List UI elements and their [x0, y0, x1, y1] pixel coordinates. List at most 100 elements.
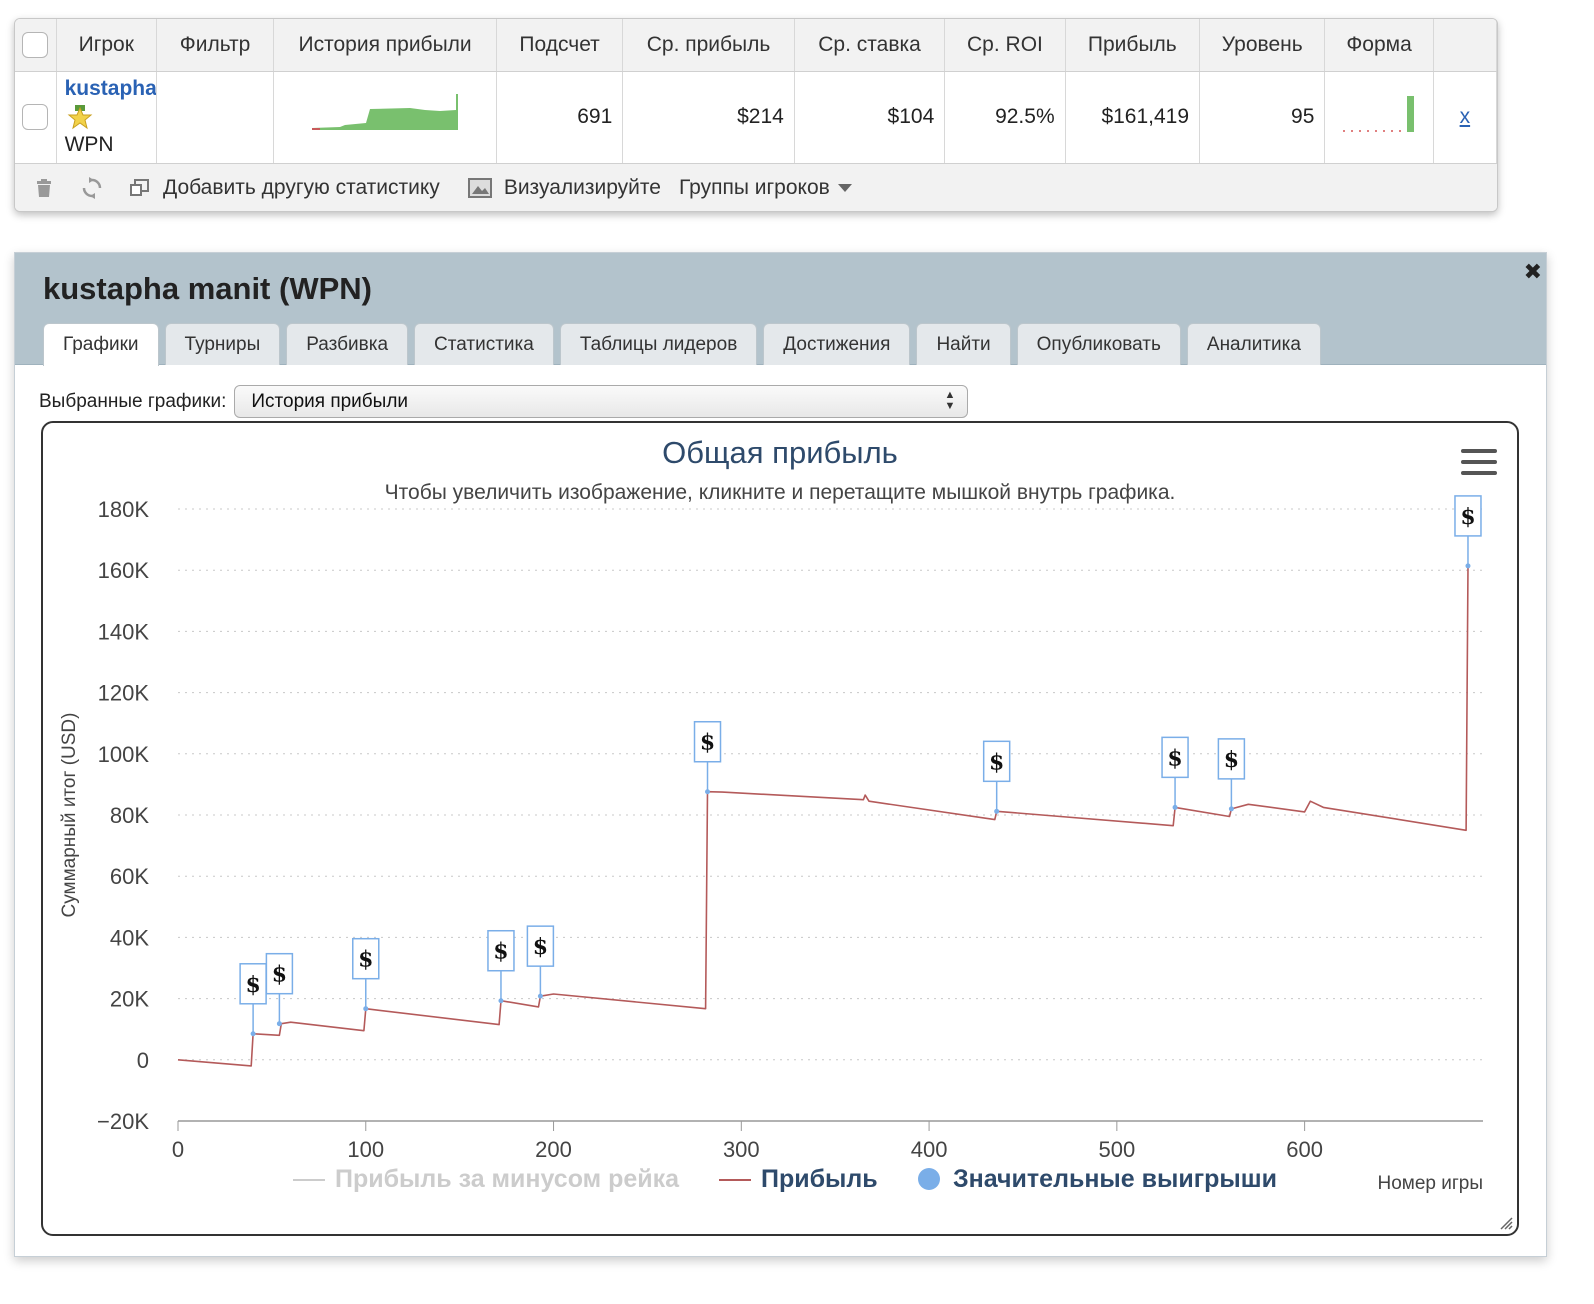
select-arrows-icon: ▲ ▼ [944, 389, 956, 412]
big-win-point [994, 808, 1000, 814]
chart-container[interactable]: Общая прибыль Чтобы увеличить изображение… [41, 421, 1519, 1236]
chart-title: Общая прибыль [662, 435, 898, 470]
x-tick-label: 0 [172, 1137, 184, 1162]
visualize-label: Визуализируйте [503, 175, 661, 199]
stats-toolbar: Добавить другую статистику Визуализируйт… [15, 163, 1497, 211]
chart-select-value: История прибыли [251, 390, 409, 412]
col-header-count[interactable]: Подсчет [496, 19, 624, 72]
dialog-header: kustapha manit (WPN) ✖ Графики Турниры Р… [15, 253, 1546, 366]
select-all-checkbox[interactable] [22, 31, 49, 58]
big-win-flag-label: $ [989, 749, 1004, 775]
stats-panel: Игрок Фильтр История прибыли Подсчет Ср.… [14, 18, 1498, 212]
level-cell: 95 [1199, 71, 1326, 164]
big-win-flag-label: $ [1460, 504, 1475, 530]
col-header-avg-roi[interactable]: Ср. ROI [944, 19, 1066, 72]
chart-select-row: Выбранные графики: История прибыли ▲ ▼ [39, 385, 969, 418]
big-win-point [363, 1006, 369, 1012]
add-window-icon [130, 178, 149, 196]
col-header-profit[interactable]: Прибыль [1065, 19, 1201, 72]
dialog-title: kustapha manit (WPN) [43, 271, 372, 306]
y-axis-label: Суммарный итог (USD) [59, 713, 80, 918]
profit-chart[interactable]: Общая прибыль Чтобы увеличить изображение… [43, 423, 1517, 1234]
tab-tournaments[interactable]: Турниры [164, 323, 281, 365]
x-tick-label: 400 [911, 1137, 948, 1162]
col-header-avg-profit[interactable]: Ср. прибыль [622, 19, 795, 72]
x-tick-label: 100 [347, 1137, 384, 1162]
row-checkbox[interactable] [22, 104, 49, 130]
table-header-row: Игрок Фильтр История прибыли Подсчет Ср.… [15, 19, 1497, 72]
y-tick-label: 60K [110, 864, 149, 889]
col-header-form[interactable]: Форма [1324, 19, 1434, 72]
tab-breakdown[interactable]: Разбивка [286, 323, 409, 365]
x-tick-label: 600 [1286, 1137, 1323, 1162]
chart-subtitle: Чтобы увеличить изображение, кликните и … [385, 481, 1176, 504]
avg-profit-cell: $214 [622, 71, 795, 164]
avg-stake-cell: $104 [794, 71, 946, 164]
col-header-player[interactable]: Игрок [56, 19, 157, 72]
profit-series-line [177, 565, 1469, 1067]
form-sparkline[interactable] [1339, 94, 1419, 134]
tab-statistics[interactable]: Статистика [414, 323, 554, 365]
hamburger-menu-icon[interactable] [1461, 447, 1497, 477]
profit-sparkline[interactable] [310, 94, 460, 134]
big-win-point [1465, 563, 1471, 569]
y-tick-label: −20K [97, 1109, 149, 1134]
big-win-point [250, 1031, 256, 1037]
big-win-point [1172, 804, 1178, 810]
row-select-cell [15, 71, 57, 164]
star-icon [67, 105, 92, 130]
big-win-flag-label: $ [358, 947, 373, 973]
col-header-profit-history[interactable]: История прибыли [273, 19, 497, 72]
profit-history-cell [273, 71, 497, 164]
tab-leaderboards[interactable]: Таблицы лидеров [559, 323, 758, 365]
refresh-icon[interactable] [81, 176, 103, 199]
stats-table: Игрок Фильтр История прибыли Подсчет Ср.… [15, 19, 1497, 164]
big-win-flag-label: $ [493, 939, 508, 965]
add-stats-button[interactable]: Добавить другую статистику [129, 176, 440, 200]
col-header-filter[interactable]: Фильтр [156, 19, 275, 72]
y-tick-label: 40K [110, 925, 149, 950]
player-network: WPN [64, 133, 114, 156]
tab-charts[interactable]: Графики [43, 323, 159, 366]
tab-publish[interactable]: Опубликовать [1016, 323, 1181, 365]
filter-cell [156, 71, 275, 164]
big-win-point [1228, 806, 1234, 812]
remove-cell: x [1433, 71, 1497, 164]
big-win-flag-label: $ [245, 972, 260, 998]
chevron-down-icon [837, 183, 852, 192]
tab-find[interactable]: Найти [916, 323, 1011, 365]
image-icon [467, 177, 492, 198]
remove-row-link[interactable]: x [1460, 105, 1471, 128]
player-dialog: kustapha manit (WPN) ✖ Графики Турниры Р… [14, 252, 1547, 1257]
y-tick-label: 160K [98, 558, 150, 583]
y-tick-label: 180K [98, 497, 150, 522]
y-tick-label: 120K [98, 681, 150, 706]
resize-handle-icon[interactable] [1499, 1216, 1513, 1230]
big-win-flag-label: $ [700, 730, 715, 756]
legend-big-wins-swatch [918, 1168, 940, 1190]
profit-cell: $161,419 [1065, 71, 1201, 164]
player-groups-dropdown[interactable]: Группы игроков [679, 176, 852, 200]
big-win-flag-label: $ [1167, 745, 1182, 771]
big-win-flag-label: $ [272, 962, 287, 988]
add-stats-label: Добавить другую статистику [163, 175, 440, 199]
big-win-point [498, 998, 504, 1004]
table-row: kustapha WPN 691 $214 $104 92.5% $161,41… [15, 71, 1497, 164]
big-win-flag-label: $ [1224, 747, 1239, 773]
visualize-button[interactable]: Визуализируйте [467, 175, 661, 200]
close-icon[interactable]: ✖ [1524, 259, 1542, 285]
chart-select[interactable]: История прибыли ▲ ▼ [234, 385, 969, 418]
count-cell: 691 [496, 71, 624, 164]
col-header-level[interactable]: Уровень [1199, 19, 1326, 72]
tab-analytics[interactable]: Аналитика [1186, 323, 1321, 365]
big-win-point [276, 1021, 282, 1027]
y-tick-label: 140K [98, 619, 150, 644]
big-win-point [537, 993, 543, 999]
trash-icon[interactable] [33, 177, 55, 199]
col-header-avg-stake[interactable]: Ср. ставка [794, 19, 946, 72]
legend-profit-label: Прибыль [761, 1165, 878, 1193]
tab-achievements[interactable]: Достижения [763, 323, 911, 365]
x-axis-label: Номер игры [1377, 1173, 1483, 1194]
x-tick-label: 300 [723, 1137, 760, 1162]
player-name-link[interactable]: kustapha [65, 77, 156, 101]
